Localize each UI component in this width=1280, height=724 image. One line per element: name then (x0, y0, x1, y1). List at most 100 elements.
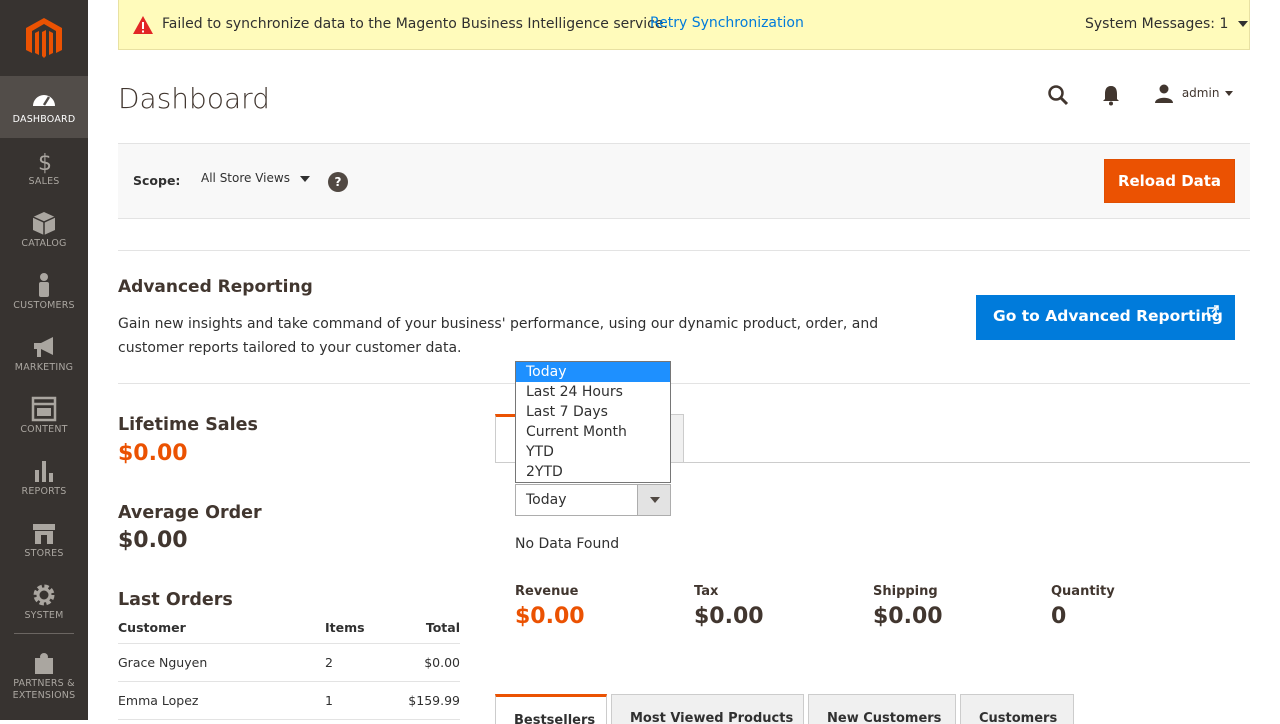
table-row[interactable]: Grace Nguyen 2 $0.00 (118, 643, 460, 682)
order-total: $159.99 (395, 681, 460, 720)
total-value: $0.00 (873, 604, 943, 629)
bar-chart-icon (35, 461, 53, 482)
last-orders-title: Last Orders (118, 590, 233, 610)
megaphone-icon (34, 337, 53, 357)
store-scope-bar: Scope: All Store Views ? Reload Data (118, 143, 1250, 219)
column-header-total: Total (395, 620, 460, 644)
nav-catalog[interactable]: Catalog (0, 200, 88, 262)
total-label: Tax (694, 584, 719, 599)
svg-text:$: $ (38, 151, 52, 174)
nav-content[interactable]: Content (0, 386, 88, 448)
main-content: Failed to synchronize data to the Magent… (88, 0, 1280, 724)
bell-icon (1103, 86, 1119, 106)
table-row[interactable]: Emma Lopez 1 $159.99 (118, 681, 460, 720)
nav-label: Customers (13, 300, 75, 311)
nav-dashboard[interactable]: Dashboard (0, 76, 88, 138)
period-option-2ytd[interactable]: 2YTD (516, 462, 670, 482)
order-items: 2 (325, 643, 395, 682)
nav-marketing[interactable]: Marketing (0, 324, 88, 386)
nav-system[interactable]: System (0, 572, 88, 634)
period-options-list: Today Last 24 Hours Last 7 Days Current … (515, 361, 671, 483)
chevron-down-icon (1238, 21, 1249, 27)
total-quantity: Quantity 0 (1051, 584, 1115, 629)
average-order-value: $0.00 (118, 528, 188, 553)
box-icon (32, 212, 56, 235)
total-label: Quantity (1051, 584, 1115, 599)
order-items: 1 (325, 681, 395, 720)
advanced-reporting-title: Advanced Reporting (118, 277, 313, 297)
total-label: Shipping (873, 584, 938, 599)
nav-reports[interactable]: Reports (0, 448, 88, 510)
nav-label: System (24, 610, 64, 621)
dashboard-totals: Revenue $0.00 Tax $0.00 Shipping $0.00 Q… (515, 584, 1250, 644)
gear-icon (33, 584, 55, 606)
lifetime-sales-label: Lifetime Sales (118, 415, 258, 435)
page-title: Dashboard (118, 82, 270, 115)
nav-customers[interactable]: Customers (0, 262, 88, 324)
user-icon (1155, 84, 1173, 103)
external-link-icon (1207, 305, 1219, 317)
system-message-text: Failed to synchronize data to the Magent… (162, 16, 668, 32)
magento-logo[interactable] (24, 16, 64, 60)
nav-label: Catalog (21, 238, 67, 249)
nav-label: Marketing (14, 362, 74, 373)
store-view-value: All Store Views (201, 171, 290, 185)
system-message-bar: Failed to synchronize data to the Magent… (118, 0, 1250, 50)
admin-user-menu[interactable]: admin (1154, 83, 1234, 103)
warning-icon (133, 16, 153, 34)
search-icon (1048, 85, 1069, 106)
scope-label: Scope: (133, 173, 181, 188)
store-icon (33, 524, 55, 544)
system-messages-dropdown[interactable]: System Messages: 1 (1085, 16, 1249, 32)
chevron-down-icon (299, 175, 310, 182)
average-order-label: Average Order (118, 503, 262, 523)
nav-stores[interactable]: Stores (0, 510, 88, 572)
chevron-down-icon (637, 485, 670, 515)
puzzle-icon (35, 653, 53, 674)
total-shipping: Shipping $0.00 (873, 584, 943, 629)
nav-label: Dashboard (12, 114, 76, 125)
total-revenue: Revenue $0.00 (515, 584, 585, 629)
system-messages-label: System Messages: 1 (1085, 16, 1229, 32)
period-option-ytd[interactable]: YTD (516, 442, 670, 462)
table-header-row: Customer Items Total (118, 620, 460, 644)
chevron-down-icon (1225, 90, 1234, 96)
no-data-message: No Data Found (515, 536, 620, 552)
lifetime-sales-value: $0.00 (118, 441, 188, 466)
period-option-current-month[interactable]: Current Month (516, 422, 670, 442)
period-option-last-7-days[interactable]: Last 7 Days (516, 402, 670, 422)
dollar-icon: $ (38, 151, 52, 174)
reload-data-button[interactable]: Reload Data (1104, 159, 1235, 203)
admin-sidebar: Dashboard $ Sales Catalog Customers Mark… (0, 0, 88, 720)
period-select[interactable]: Today (515, 484, 671, 516)
order-customer: Grace Nguyen (118, 643, 325, 682)
total-value: $0.00 (694, 604, 764, 629)
nav-sales[interactable]: $ Sales (0, 138, 88, 200)
section-divider (118, 383, 1250, 384)
nav-label: Sales (28, 176, 60, 187)
period-selected-value: Today (526, 492, 567, 508)
order-customer: Emma Lopez (118, 681, 325, 720)
store-view-switcher[interactable]: All Store Views (201, 171, 310, 185)
period-option-today[interactable]: Today (516, 362, 670, 382)
section-divider (118, 250, 1250, 251)
period-option-last-24-hours[interactable]: Last 24 Hours (516, 382, 670, 402)
nav-label: Stores (24, 548, 64, 559)
retry-synchronization-link[interactable]: Retry Synchronization (650, 15, 804, 31)
total-tax: Tax $0.00 (694, 584, 764, 629)
total-label: Revenue (515, 584, 579, 599)
total-value: 0 (1051, 604, 1067, 629)
admin-username: admin (1181, 85, 1220, 100)
nav-divider (14, 633, 74, 634)
column-header-customer: Customer (118, 620, 325, 644)
go-to-advanced-reporting-button[interactable]: Go to Advanced Reporting (976, 295, 1235, 340)
search-button[interactable] (1043, 80, 1073, 110)
help-icon[interactable]: ? (328, 172, 348, 192)
button-label: Go to Advanced Reporting (993, 307, 1223, 325)
notifications-button[interactable] (1096, 80, 1126, 110)
order-total: $0.00 (395, 643, 460, 682)
nav-label: Partners & Extensions (12, 678, 76, 701)
last-orders-table: Customer Items Total Grace Nguyen 2 $0.0… (118, 620, 460, 720)
nav-partners-extensions[interactable]: Partners & Extensions (0, 640, 88, 720)
speedometer-icon (33, 95, 55, 106)
